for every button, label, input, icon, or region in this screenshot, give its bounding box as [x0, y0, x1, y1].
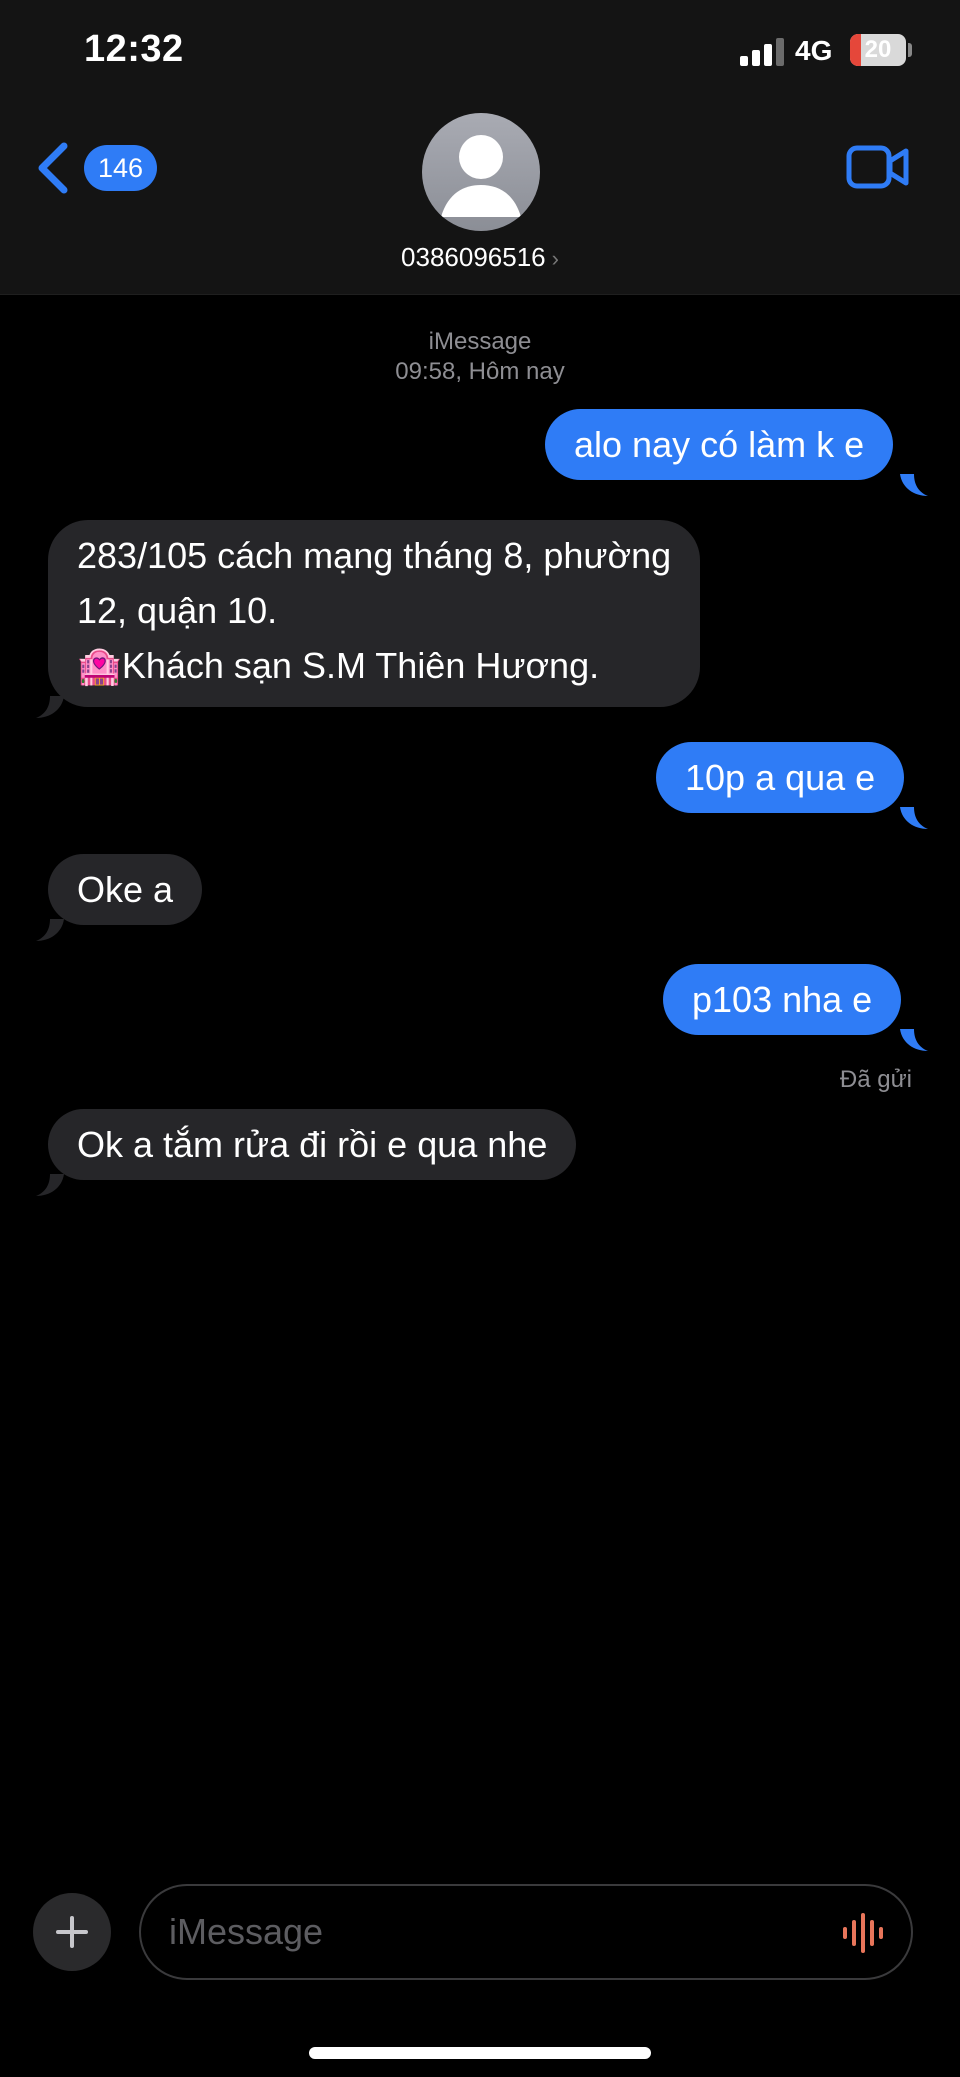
battery-icon: 20	[850, 34, 906, 66]
battery-cap	[908, 43, 912, 57]
battery-level: 20	[864, 36, 892, 63]
person-icon	[441, 135, 521, 217]
contact-name-row[interactable]: 0386096516 ›	[0, 242, 960, 273]
message-text: 10p a qua e	[685, 757, 876, 798]
conversation-meta: iMessage 09:58, Hôm nay	[0, 327, 960, 387]
message-bubble-received[interactable]: 283/105 cách mạng tháng 8, phường 12, qu…	[48, 520, 701, 707]
service-label: iMessage	[428, 328, 532, 355]
home-indicator[interactable]	[309, 2047, 651, 2059]
message-text: alo nay có làm k e	[574, 424, 865, 465]
message-bubble-sent[interactable]: p103 nha e	[663, 964, 902, 1035]
bubble-tail	[900, 1029, 928, 1051]
message-text: Ok a tắm rửa đi rồi e qua nhe	[77, 1124, 548, 1165]
back-unread-badge[interactable]: 146	[84, 145, 158, 191]
back-chevron-icon[interactable]	[34, 140, 72, 196]
plus-icon	[56, 1916, 88, 1948]
message-text-line: 12, quận 10.	[77, 590, 278, 631]
apps-plus-button[interactable]	[33, 1893, 111, 1971]
waveform-icon[interactable]	[841, 1912, 885, 1954]
message-text: Oke a	[77, 869, 174, 910]
message-bubble-received[interactable]: Ok a tắm rửa đi rồi e qua nhe	[48, 1109, 577, 1180]
contact-name[interactable]: 0386096516	[401, 242, 546, 272]
cellular-signal-icon	[740, 38, 784, 66]
message-input[interactable]	[169, 1886, 819, 1978]
timestamp: 09:58, Hôm nay	[395, 358, 565, 385]
bubble-tail	[900, 474, 928, 496]
messages-screen: 12:32 4G 20 146 0386096516 › iMessage 09…	[0, 0, 960, 2077]
message-text-line: 283/105 cách mạng tháng 8, phường	[77, 535, 672, 576]
status-time: 12:32	[84, 28, 184, 70]
bubble-tail	[36, 1174, 64, 1196]
message-bubble-sent[interactable]: 10p a qua e	[656, 742, 905, 813]
network-type: 4G	[795, 35, 833, 66]
chevron-right-icon: ›	[551, 246, 559, 271]
bubble-tail	[36, 919, 64, 941]
message-bubble-received[interactable]: Oke a	[48, 854, 203, 925]
delivery-status: Đã gửi	[839, 1066, 912, 1093]
bubble-tail	[900, 807, 928, 829]
message-bubble-sent[interactable]: alo nay có làm k e	[545, 409, 894, 480]
conversation-header: 12:32 4G 20 146 0386096516 ›	[0, 0, 960, 295]
message-text: p103 nha e	[692, 979, 873, 1020]
video-call-icon[interactable]	[846, 144, 910, 190]
bubble-tail	[36, 696, 64, 718]
message-input-field[interactable]	[139, 1884, 913, 1980]
contact-avatar[interactable]	[422, 113, 540, 231]
message-text-line: 🏩Khách sạn S.M Thiên Hương.	[77, 645, 600, 686]
